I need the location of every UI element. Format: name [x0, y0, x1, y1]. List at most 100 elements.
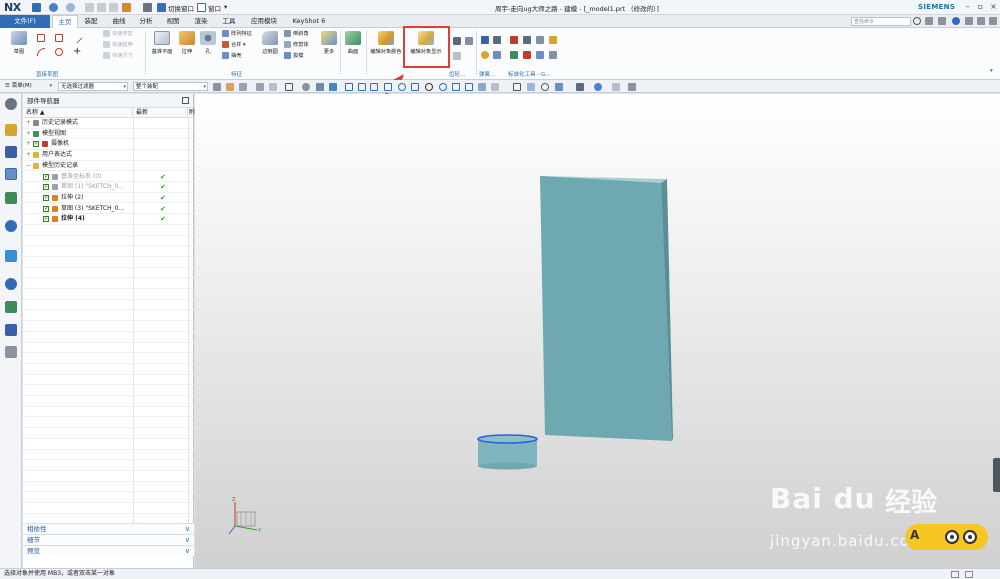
chamfer-button[interactable]: 倒斜角 — [284, 30, 309, 39]
help-icon[interactable] — [952, 17, 960, 25]
ribbon-more-arrow-icon[interactable]: ▾ — [990, 68, 993, 74]
tab-analysis[interactable]: 分析 — [135, 15, 157, 28]
cut-icon[interactable] — [85, 3, 94, 12]
quick-extend-button[interactable]: 快速延伸 — [103, 41, 133, 50]
surface-button[interactable]: 曲面 — [342, 31, 364, 61]
minimize-button[interactable]: – — [962, 2, 973, 12]
snap-point-on-face-icon[interactable] — [439, 83, 447, 91]
background-icon[interactable] — [612, 83, 620, 91]
settings-gear-icon[interactable] — [5, 98, 17, 110]
visibility-checkbox[interactable] — [33, 139, 39, 150]
window-icon[interactable] — [197, 3, 206, 12]
invert-show-icon[interactable] — [465, 37, 473, 45]
spring-group-label[interactable]: 弹簧... — [479, 70, 495, 78]
visibility-checkbox[interactable] — [43, 214, 49, 225]
spring-tool-icon[interactable] — [481, 51, 489, 59]
unite-button[interactable]: 合并 ▾ — [222, 41, 246, 50]
assembly-navigator-icon[interactable] — [5, 124, 17, 136]
select-lasso-icon[interactable] — [302, 83, 310, 91]
save-icon[interactable] — [32, 3, 41, 12]
latest-column-header[interactable]: 最新 — [133, 108, 188, 118]
search-icon[interactable] — [913, 17, 921, 25]
standard-part-icon[interactable] — [510, 36, 518, 44]
arc-icon[interactable] — [37, 48, 45, 56]
ribbon-options-icon[interactable] — [925, 17, 933, 25]
standard-part-7-icon[interactable] — [536, 51, 544, 59]
standard-part-8-icon[interactable] — [549, 51, 557, 59]
layer-settings-icon[interactable] — [453, 52, 461, 60]
restore-ribbon-icon[interactable] — [977, 17, 985, 25]
select-general-icon[interactable] — [213, 83, 221, 91]
undo-icon[interactable] — [49, 3, 58, 12]
tree-row[interactable]: 拉伸 (4) ✔ — [23, 214, 194, 225]
redo-icon[interactable] — [66, 3, 75, 12]
expand-toggle-icon[interactable]: + — [26, 150, 31, 161]
snap-tangent-icon[interactable] — [465, 83, 473, 91]
select-feature-icon[interactable] — [226, 83, 234, 91]
selection-scope-dropdown[interactable]: 整个装配 ▾ — [133, 82, 208, 91]
point-icon[interactable]: + — [73, 47, 81, 57]
menu-dropdown[interactable]: ☰ 菜单(M) ▾ — [3, 82, 53, 91]
trim-body-button[interactable]: 修剪体 — [284, 41, 309, 50]
roles-icon[interactable] — [5, 346, 17, 358]
view-rotate-icon[interactable] — [541, 83, 549, 91]
view-fit-icon[interactable] — [513, 83, 521, 91]
select-curve-icon[interactable] — [239, 83, 247, 91]
switch-window-icon[interactable] — [157, 3, 166, 12]
name-column-header[interactable]: 名称 ▲ — [23, 108, 133, 118]
snap-midpoint-icon[interactable] — [358, 83, 366, 91]
standard-tools-group-label[interactable]: 标准化工具 - G... — [508, 70, 551, 78]
tree-row[interactable]: 草图 (1) "SKETCH_0... ✔ — [23, 182, 194, 193]
snap-quadrant-icon[interactable] — [411, 83, 419, 91]
tab-view[interactable]: 视图 — [162, 15, 184, 28]
cylinder-body[interactable] — [477, 434, 538, 470]
quick-trim-button[interactable]: 快速修剪 — [103, 30, 133, 39]
cylinder-bottom-edge[interactable] — [478, 462, 537, 470]
constraint-navigator-icon[interactable] — [5, 146, 17, 158]
type-filter-dropdown[interactable]: 无选择过滤器 ▾ — [58, 82, 128, 91]
snap-point-on-curve-icon[interactable] — [425, 83, 433, 91]
tree-row[interactable]: 草图 (3) "SKETCH_0... ✔ — [23, 204, 194, 215]
tree-row[interactable]: 拉伸 (2) ✔ — [23, 193, 194, 204]
tree-row[interactable]: − 模型历史记录 — [23, 161, 194, 172]
expand-toggle-icon[interactable]: + — [26, 129, 31, 140]
direct-sketch-group-label[interactable]: 直接草图 — [36, 70, 58, 78]
snap-arc-center-icon[interactable] — [398, 83, 406, 91]
copy-icon[interactable] — [97, 3, 106, 12]
view-zoom-icon[interactable] — [527, 83, 535, 91]
close-button[interactable]: × — [988, 2, 999, 12]
visibility-checkbox[interactable] — [43, 172, 49, 182]
preview-section[interactable]: 预览 ∨ — [23, 545, 194, 556]
tab-curve[interactable]: 曲线 — [108, 15, 130, 28]
sketch-button[interactable]: 草图 — [8, 31, 30, 61]
tree-row[interactable]: + 用户表达式 — [23, 150, 194, 161]
tree-row[interactable]: + 历史记录模式 — [23, 118, 194, 129]
hole-button[interactable]: 孔 — [197, 31, 219, 61]
tab-assembly[interactable]: 装配 — [80, 15, 102, 28]
gear-group-label[interactable]: 齿轮... — [449, 70, 465, 78]
select-solid-icon[interactable] — [316, 83, 324, 91]
spring-tool-2-icon[interactable] — [493, 51, 501, 59]
navigator-maximize-icon[interactable] — [182, 97, 189, 104]
datum-plane-button[interactable]: 基准平面 — [149, 31, 175, 61]
close-ribbon-icon[interactable] — [989, 17, 997, 25]
pattern-feature-button[interactable]: 阵列特征 — [222, 30, 252, 39]
tree-row[interactable]: 基准坐标系 (0) ✔ — [23, 172, 194, 182]
circle-icon[interactable] — [55, 48, 63, 56]
attachment-column-header[interactable]: 附 — [188, 108, 195, 118]
rectangle-icon[interactable] — [55, 34, 63, 42]
resource-bar-icon[interactable] — [938, 17, 946, 25]
shell-button[interactable]: 抽壳 — [222, 52, 241, 61]
process-studio-icon[interactable] — [5, 324, 17, 336]
orient-view-icon[interactable] — [594, 83, 602, 91]
tab-render[interactable]: 渲染 — [190, 15, 212, 28]
block-body[interactable] — [540, 176, 673, 441]
file-menu-tab[interactable]: 文件(F) — [0, 15, 50, 28]
select-rect-icon[interactable] — [285, 83, 293, 91]
snap-control-icon[interactable] — [370, 83, 378, 91]
profile-icon[interactable] — [37, 34, 45, 42]
system-materials-icon[interactable] — [5, 301, 17, 313]
snap-existing-point-icon[interactable] — [452, 83, 460, 91]
standard-part-3-icon[interactable] — [536, 36, 544, 44]
dependencies-section[interactable]: 相依性 ∨ — [23, 523, 194, 534]
